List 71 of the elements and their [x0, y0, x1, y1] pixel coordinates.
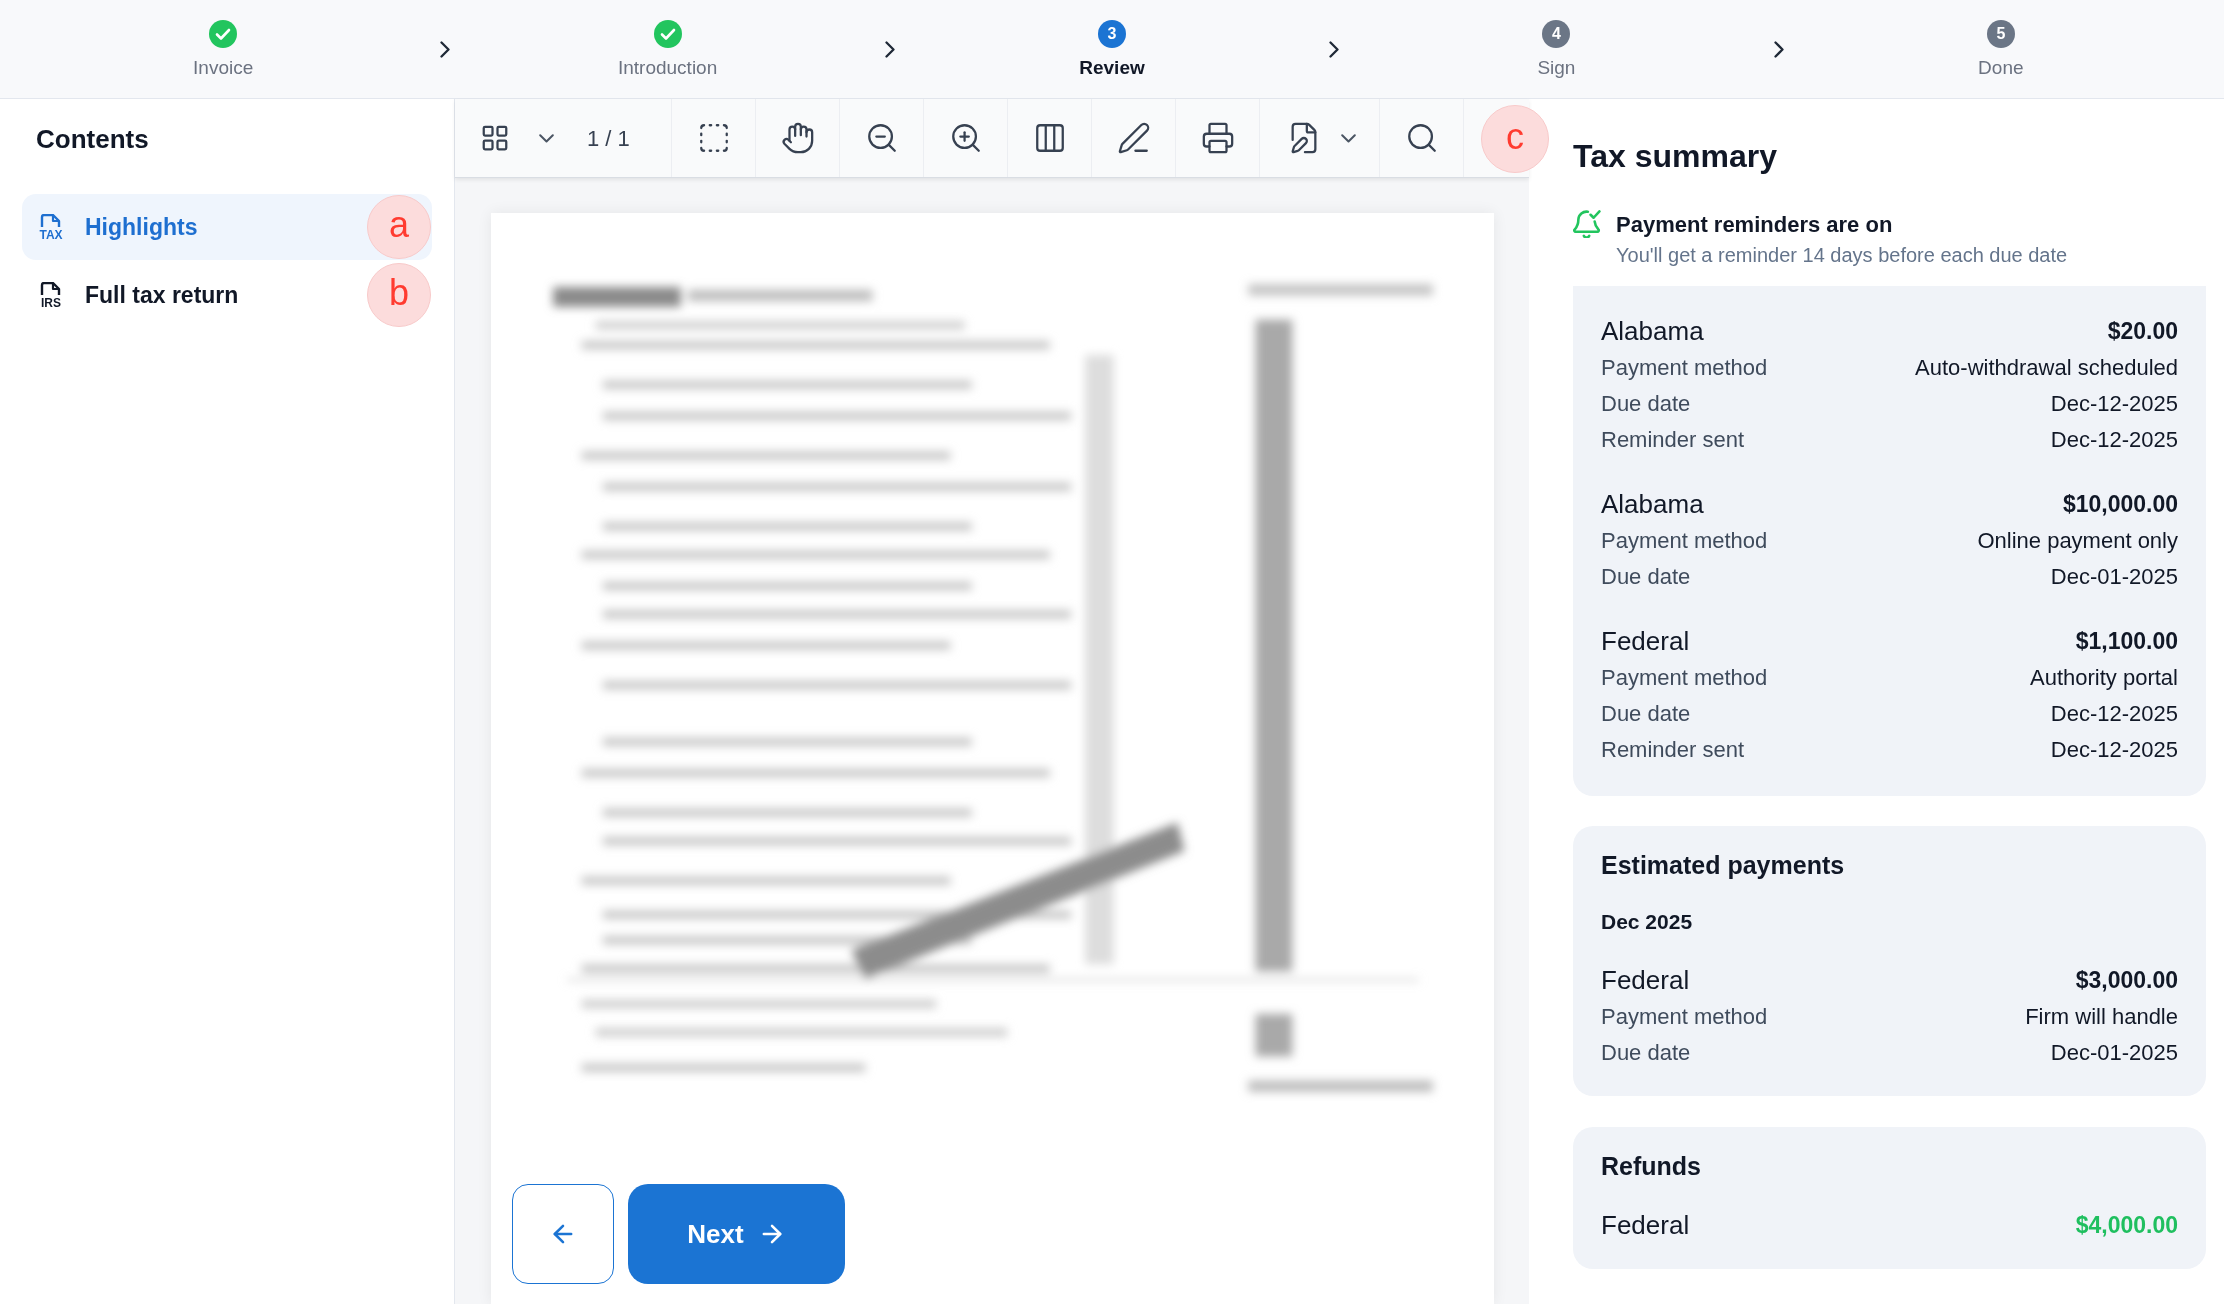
step-number-badge: 3	[1098, 20, 1126, 48]
pencil-icon	[1116, 121, 1151, 155]
chevron-right-icon	[1329, 40, 1340, 58]
annotation-marker: c	[1481, 105, 1549, 173]
step-label[interactable]: Sign	[1537, 56, 1576, 80]
detail-label: Due date	[1601, 389, 1691, 418]
authority-name: Alabama	[1601, 314, 1704, 348]
detail-value: Auto-withdrawal scheduled	[1915, 353, 2178, 382]
amount-value: $4,000.00	[2075, 1210, 2178, 1240]
detail-value: Firm will handle	[2025, 1002, 2178, 1031]
detail-value: Dec-01-2025	[2050, 1038, 2178, 1067]
step-number-badge: 5	[1986, 20, 2015, 48]
detail-label: Payment method	[1601, 1002, 1768, 1031]
period-label: Dec 2025	[1601, 909, 1694, 935]
grid-icon	[480, 123, 510, 153]
print-button[interactable]	[1175, 99, 1259, 177]
draw-button[interactable]	[1091, 99, 1175, 177]
detail-label: Due date	[1601, 562, 1691, 591]
detail-value: Online payment only	[1977, 526, 2178, 555]
detail-value: Dec-12-2025	[2050, 425, 2178, 454]
step-label[interactable]: Invoice	[193, 56, 254, 80]
sidebar-title: Contents	[35, 123, 150, 155]
card-title: Estimated payments	[1601, 850, 1846, 881]
step-label[interactable]: Done	[1978, 56, 2024, 80]
chevron-right-icon	[1773, 40, 1784, 58]
panel-title: Tax summary	[1573, 137, 1778, 176]
zoom-out-button[interactable]	[839, 99, 923, 177]
chevron-right-icon	[440, 40, 451, 58]
detail-label: Payment method	[1601, 663, 1768, 692]
chevron-right-icon	[884, 40, 895, 58]
amount-value: $1,100.00	[2075, 626, 2178, 656]
sidebar-item[interactable]: TAX Highlights a	[22, 194, 432, 260]
detail-value: Dec-12-2025	[2050, 389, 2178, 418]
zoom-in-button[interactable]	[923, 99, 1007, 177]
search-button[interactable]	[1379, 99, 1463, 177]
printer-icon	[1200, 121, 1235, 155]
chevron-down-icon	[538, 133, 554, 143]
amount-value: $20.00	[2107, 316, 2178, 346]
pan-button[interactable]	[755, 99, 839, 177]
detail-value: Dec-12-2025	[2050, 699, 2178, 728]
step-label[interactable]: Review	[1079, 56, 1145, 80]
sidebar-item-label: Full tax return	[85, 280, 239, 310]
reminder-note: You'll get a reminder 14 days before each due date	[1616, 243, 2068, 268]
columns-button[interactable]	[1007, 99, 1091, 177]
card-title: Refunds	[1601, 1151, 1702, 1182]
detail-label: Payment method	[1601, 353, 1768, 382]
authority-name: Alabama	[1601, 487, 1704, 521]
back-button[interactable]	[512, 1184, 614, 1284]
hand-icon	[780, 121, 815, 155]
detail-value: Dec-12-2025	[2050, 735, 2178, 764]
sidebar-item-label: Highlights	[85, 212, 198, 242]
authority-name: Federal	[1601, 963, 1690, 997]
detail-label: Payment method	[1601, 526, 1768, 555]
annotation-marker: a	[367, 195, 431, 259]
detail-label: Reminder sent	[1601, 735, 1745, 764]
detail-value: Authority portal	[2030, 663, 2178, 692]
amount-value: $10,000.00	[2062, 489, 2178, 519]
reminder-title: Payment reminders are on	[1616, 211, 1894, 239]
detail-label: Due date	[1601, 1038, 1691, 1067]
step-number-badge: 4	[1542, 20, 1571, 48]
page-indicator: 1 / 1	[587, 124, 630, 153]
amount-value: $3,000.00	[2075, 965, 2178, 995]
authority-name: Federal	[1601, 624, 1690, 658]
authority-name: Federal	[1601, 1208, 1690, 1242]
next-button[interactable]: Next	[628, 1184, 845, 1284]
step-label[interactable]: Introduction	[617, 56, 718, 80]
detail-label: Due date	[1601, 699, 1691, 728]
chevron-down-icon	[1341, 133, 1356, 143]
detail-value: Dec-01-2025	[2050, 562, 2178, 591]
annotation-marker: b	[367, 263, 431, 327]
detail-label: Reminder sent	[1601, 425, 1745, 454]
